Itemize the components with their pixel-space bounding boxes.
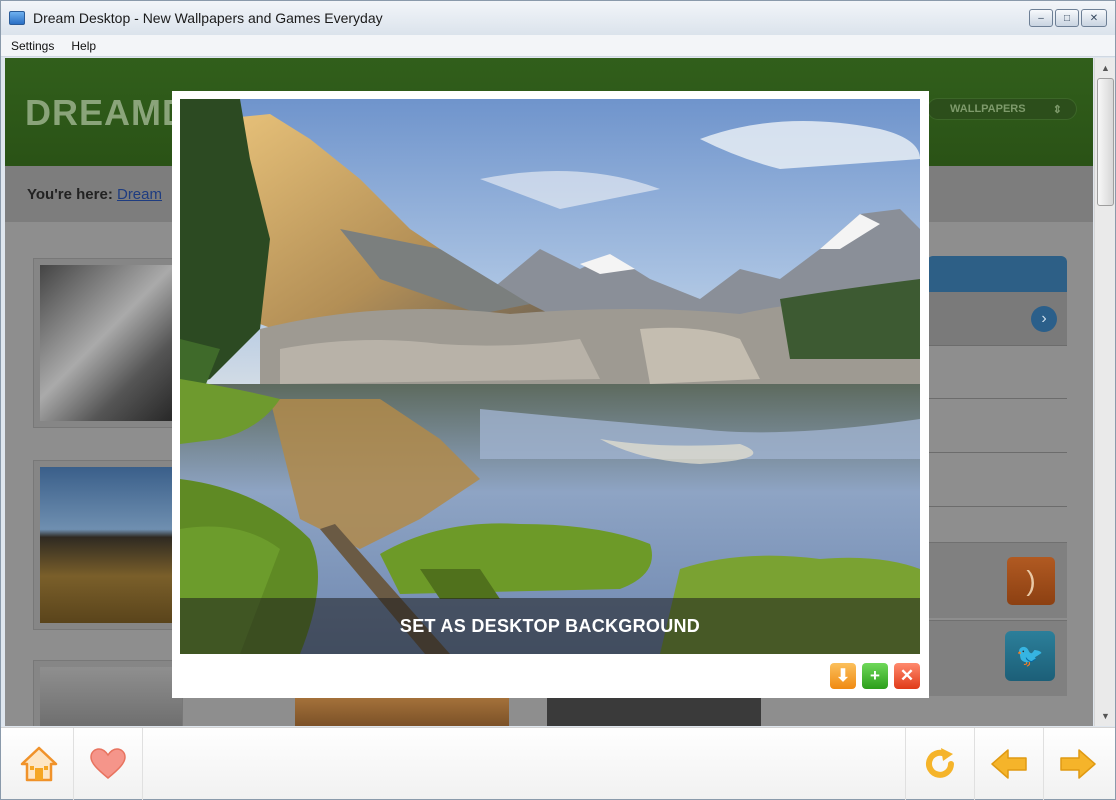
forward-button[interactable] xyxy=(1044,728,1112,800)
wallpaper-thumbnail[interactable] xyxy=(295,698,509,726)
sidebar-divider xyxy=(927,506,1067,507)
breadcrumb: You're here: Dream xyxy=(27,186,162,203)
maximize-button[interactable]: □ xyxy=(1055,9,1079,27)
set-background-bar[interactable]: SET AS DESKTOP BACKGROUND xyxy=(180,598,920,654)
home-button[interactable] xyxy=(5,728,73,800)
home-icon xyxy=(20,746,58,782)
category-select-value: WALLPAPERS xyxy=(950,103,1026,115)
sidebar-divider xyxy=(927,398,1067,399)
back-button[interactable] xyxy=(975,728,1043,800)
menu-settings[interactable]: Settings xyxy=(4,39,61,53)
window-controls: – □ ✕ xyxy=(1029,9,1107,27)
heart-icon xyxy=(90,748,126,779)
scroll-down-icon[interactable]: ▼ xyxy=(1097,708,1114,724)
select-arrows-icon: ⇕ xyxy=(1052,103,1062,116)
rss-box: ) xyxy=(927,542,1067,618)
sidebar-tab[interactable] xyxy=(927,256,1067,292)
wallpaper-preview-image[interactable]: SET AS DESKTOP BACKGROUND xyxy=(180,99,920,654)
arrow-right-icon xyxy=(1060,749,1096,779)
refresh-icon xyxy=(926,748,954,778)
menu-bar: Settings Help xyxy=(1,35,1115,57)
bottom-toolbar xyxy=(1,727,1115,800)
wallpaper-thumbnail[interactable] xyxy=(33,660,183,726)
add-icon[interactable]: + xyxy=(862,663,888,689)
thumbnail-image xyxy=(40,667,182,726)
thumbnail-image xyxy=(40,467,182,623)
twitter-icon[interactable]: 🐦 xyxy=(1005,631,1055,681)
vertical-scrollbar[interactable]: ▲ ▼ xyxy=(1094,58,1115,726)
category-select[interactable]: WALLPAPERS ⇕ xyxy=(927,98,1077,120)
close-window-button[interactable]: ✕ xyxy=(1081,9,1107,27)
menu-help[interactable]: Help xyxy=(64,39,103,53)
chevron-right-icon[interactable]: › xyxy=(1031,306,1057,332)
wallpaper-thumbnail[interactable] xyxy=(33,258,183,428)
scroll-up-icon[interactable]: ▲ xyxy=(1097,60,1114,76)
twitter-box: 🐦 xyxy=(927,620,1067,696)
minimize-button[interactable]: – xyxy=(1029,9,1053,27)
scrollbar-thumb[interactable] xyxy=(1097,78,1114,206)
lightbox-actions: ⬇ + ✕ xyxy=(830,663,920,689)
download-icon[interactable]: ⬇ xyxy=(830,663,856,689)
refresh-button[interactable] xyxy=(906,728,974,800)
app-monitor-icon xyxy=(9,11,25,25)
breadcrumb-prefix: You're here: xyxy=(27,186,113,203)
favorite-button[interactable] xyxy=(74,728,142,800)
window-title: Dream Desktop - New Wallpapers and Games… xyxy=(33,10,383,26)
wallpaper-thumbnail[interactable] xyxy=(33,460,183,630)
arrow-left-icon xyxy=(991,749,1027,779)
thumbnail-image xyxy=(40,265,182,421)
wallpaper-thumbnail[interactable] xyxy=(547,698,761,726)
title-bar: Dream Desktop - New Wallpapers and Games… xyxy=(1,1,1115,35)
set-background-label: SET AS DESKTOP BACKGROUND xyxy=(399,615,701,636)
wallpaper-lightbox: SET AS DESKTOP BACKGROUND ⬇ + ✕ xyxy=(172,91,929,698)
sidebar-divider xyxy=(927,452,1067,453)
mountain-lake-wallpaper xyxy=(180,99,920,654)
app-window: Dream Desktop - New Wallpapers and Games… xyxy=(0,0,1116,800)
site-logo[interactable]: DREAMD xyxy=(25,92,189,134)
breadcrumb-home-link[interactable]: Dream xyxy=(117,186,162,203)
rss-icon[interactable]: ) xyxy=(1007,557,1055,605)
sidebar-panel: › xyxy=(927,292,1067,346)
toolbar-divider xyxy=(142,728,143,800)
close-icon[interactable]: ✕ xyxy=(894,663,920,689)
